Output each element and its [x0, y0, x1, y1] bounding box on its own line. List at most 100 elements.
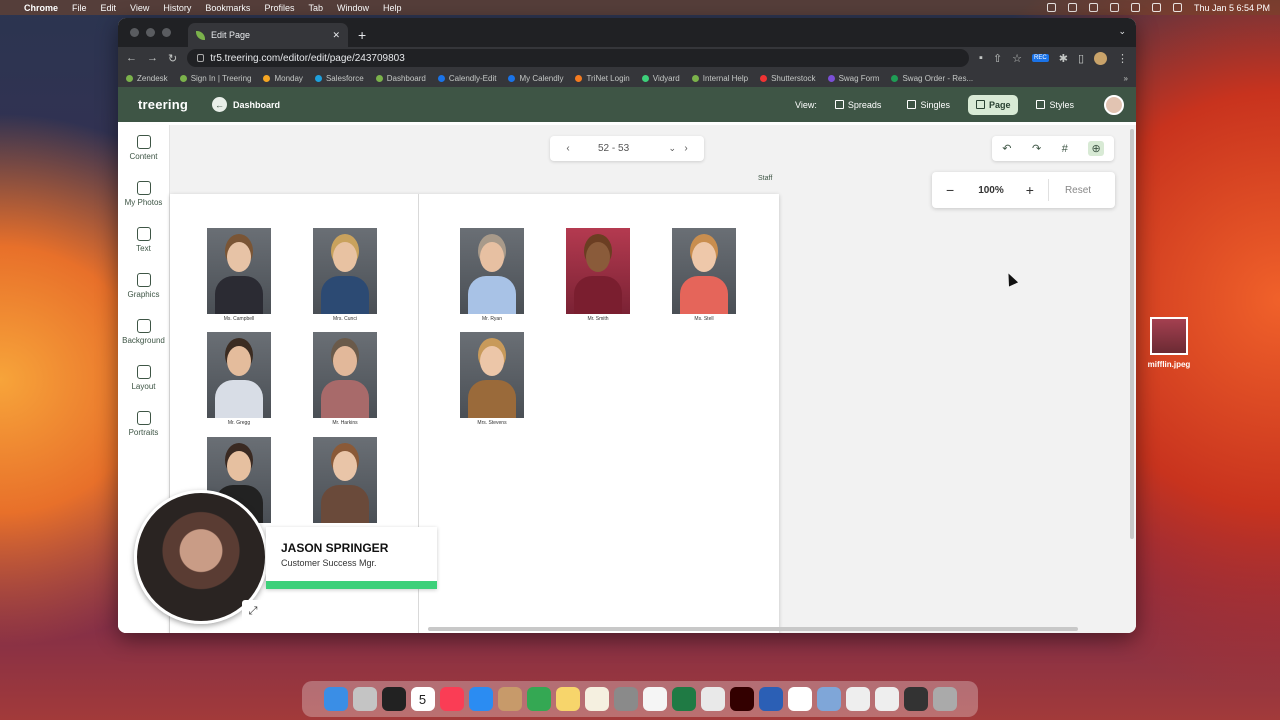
menubar-clock[interactable]: Thu Jan 5 6:54 PM	[1194, 3, 1270, 13]
portrait-item[interactable]: Mr. Ryan	[460, 228, 524, 328]
bookmark-item[interactable]: Swag Form	[827, 74, 879, 83]
app-store-icon[interactable]	[468, 687, 493, 711]
menu-help[interactable]: Help	[383, 3, 402, 13]
url-field[interactable]: tr5.treering.com/editor/edit/page/243709…	[187, 49, 970, 67]
portrait-item[interactable]: Mr. Gregg	[207, 332, 271, 432]
search-icon[interactable]	[1151, 3, 1161, 12]
portrait-item[interactable]: Mr. Harkins	[313, 332, 377, 432]
bookmark-item[interactable]: TriNet Login	[575, 74, 630, 83]
next-page-icon[interactable]: ›	[676, 143, 696, 154]
bookmark-item[interactable]: Sign In | Treering	[179, 74, 251, 83]
settings-icon[interactable]	[613, 687, 638, 711]
sidebar-item-content[interactable]: Content	[118, 125, 169, 171]
zoom-icon[interactable]: ⊕	[1088, 141, 1104, 156]
menu-file[interactable]: File	[72, 3, 87, 13]
menu-tab[interactable]: Tab	[308, 3, 323, 13]
bookmark-item[interactable]: Vidyard	[641, 74, 680, 83]
calendar-icon[interactable]: 5	[410, 687, 435, 711]
redo-icon[interactable]: ↷	[1032, 142, 1041, 155]
maximize-window-icon[interactable]	[162, 28, 171, 37]
maps-icon[interactable]	[526, 687, 551, 711]
minimize-window-icon[interactable]	[146, 28, 155, 37]
battery-icon[interactable]	[1109, 3, 1119, 12]
user-avatar[interactable]	[1104, 94, 1124, 115]
page-range[interactable]: 52 - 53	[598, 143, 629, 154]
music-icon[interactable]	[439, 687, 464, 711]
chevron-down-icon[interactable]: ⌄	[668, 143, 676, 154]
undo-icon[interactable]: ↶	[1002, 142, 1011, 155]
close-window-icon[interactable]	[130, 28, 139, 37]
sidebar-item-portraits[interactable]: Portraits	[118, 401, 169, 447]
camera-icon[interactable]: ▪	[979, 52, 983, 64]
sidebar-item-my-photos[interactable]: My Photos	[118, 171, 169, 217]
desktop-file-mifflin[interactable]: mifflin.jpeg	[1144, 317, 1194, 369]
clock-icon[interactable]	[642, 687, 667, 711]
sidebar-item-text[interactable]: Text	[118, 217, 169, 263]
dashboard-button[interactable]: ← Dashboard	[212, 97, 280, 112]
menu-window[interactable]: Window	[337, 3, 369, 13]
bookmark-item[interactable]: Calendly-Edit	[437, 74, 496, 83]
portrait-item[interactable]: Mr. Smith	[566, 228, 630, 328]
chrome-icon[interactable]	[700, 687, 725, 711]
notes-icon[interactable]	[555, 687, 580, 711]
menu-app-name[interactable]: Chrome	[24, 3, 58, 13]
status-icon[interactable]	[1046, 3, 1056, 12]
trash-icon[interactable]	[932, 687, 957, 711]
new-tab-icon[interactable]: +	[358, 27, 366, 43]
view-page-button[interactable]: Page	[967, 94, 1019, 115]
bookmark-item[interactable]: Internal Help	[691, 74, 748, 83]
share-icon[interactable]: ⇧	[993, 52, 1002, 65]
bookmark-star-icon[interactable]: ☆	[1012, 52, 1022, 65]
portrait-item[interactable]: Mrs. Stevens	[460, 332, 524, 432]
sidebar-item-graphics[interactable]: Graphics	[118, 263, 169, 309]
sidebar-item-layout[interactable]: Layout	[118, 355, 169, 401]
browser-menu-icon[interactable]: ⋮	[1117, 52, 1128, 65]
menu-bookmarks[interactable]: Bookmarks	[205, 3, 250, 13]
more-bookmarks-icon[interactable]: »	[1124, 74, 1128, 83]
zoom-out-button[interactable]: −	[946, 182, 954, 198]
prev-page-icon[interactable]: ‹	[558, 143, 578, 154]
window-thumb-3-icon[interactable]	[903, 687, 928, 711]
finder-icon[interactable]	[323, 687, 348, 711]
word-icon[interactable]	[758, 687, 783, 711]
zoom-in-button[interactable]: +	[1026, 182, 1034, 198]
mission-control-icon[interactable]	[381, 687, 406, 711]
wifi-icon[interactable]	[1130, 3, 1140, 12]
contacts-icon[interactable]	[497, 687, 522, 711]
bookmark-item[interactable]: Dashboard	[375, 74, 426, 83]
window-thumb-2-icon[interactable]	[874, 687, 899, 711]
sidebar-item-background[interactable]: Background	[118, 309, 169, 355]
bookmark-item[interactable]: Swag Order - Res...	[891, 74, 973, 83]
bookmark-item[interactable]: Monday	[263, 74, 303, 83]
menu-history[interactable]: History	[163, 3, 191, 13]
preview-icon[interactable]	[816, 687, 841, 711]
reload-icon[interactable]: ↻	[168, 52, 177, 65]
profile-avatar[interactable]	[1094, 51, 1107, 65]
slack-icon[interactable]	[787, 687, 812, 711]
zoom-reset-button[interactable]: Reset	[1065, 185, 1091, 196]
menu-profiles[interactable]: Profiles	[264, 3, 294, 13]
expand-icon[interactable]: ⤢	[242, 600, 264, 622]
close-tab-icon[interactable]: ✕	[332, 30, 340, 41]
forward-icon[interactable]: →	[147, 52, 158, 64]
portrait-item[interactable]: Mrs. Cunci	[313, 228, 377, 328]
portrait-item[interactable]: Ms. Stell	[672, 228, 736, 328]
horizontal-scrollbar[interactable]	[428, 627, 1078, 631]
illustrator-icon[interactable]	[729, 687, 754, 711]
view-styles-button[interactable]: Styles	[1028, 95, 1082, 115]
portrait-item[interactable]	[313, 437, 377, 537]
status-icon[interactable]	[1067, 3, 1077, 12]
control-center-icon[interactable]	[1172, 3, 1182, 12]
bookmark-item[interactable]: My Calendly	[508, 74, 563, 83]
tab-edit-page[interactable]: Edit Page ✕	[188, 23, 348, 47]
tab-search-icon[interactable]: ⌄	[1118, 26, 1126, 37]
portrait-item[interactable]: Ms. Campbell	[207, 228, 271, 328]
treering-logo[interactable]: treering	[138, 97, 188, 112]
sidepanel-icon[interactable]: ▯	[1078, 52, 1084, 65]
menu-edit[interactable]: Edit	[101, 3, 117, 13]
rec-extension-icon[interactable]: REC	[1032, 54, 1049, 62]
launchpad-icon[interactable]	[352, 687, 377, 711]
bookmark-item[interactable]: Salesforce	[314, 74, 364, 83]
bluetooth-icon[interactable]	[1088, 3, 1098, 12]
view-spreads-button[interactable]: Spreads	[827, 95, 890, 115]
